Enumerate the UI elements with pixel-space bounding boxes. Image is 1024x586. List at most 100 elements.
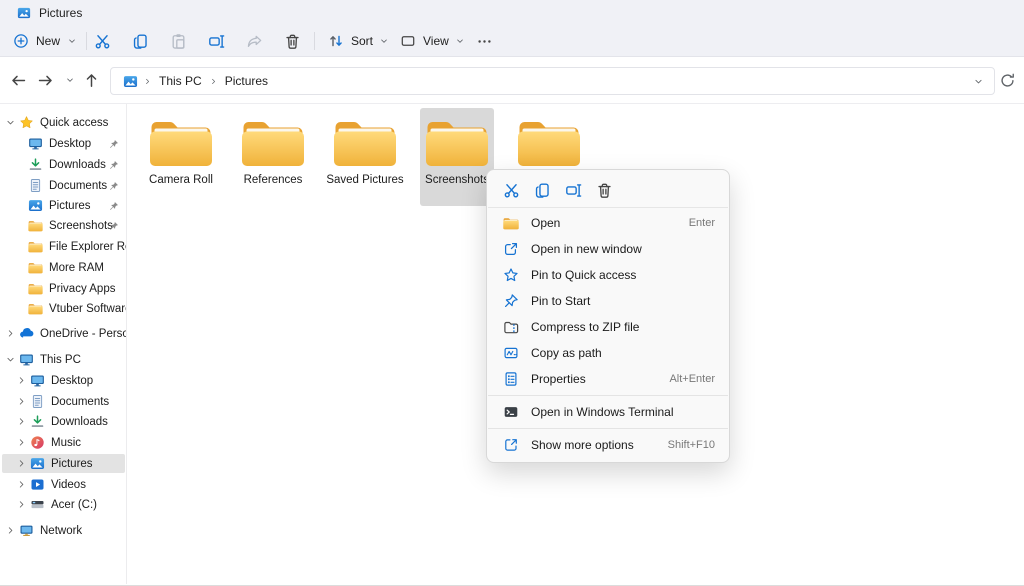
breadcrumb-pictures[interactable]: Pictures xyxy=(225,74,268,88)
chevron-right-icon[interactable] xyxy=(16,458,27,469)
sidebar-item-pictures[interactable]: Pictures xyxy=(0,196,127,215)
refresh-icon xyxy=(999,72,1016,89)
sidebar-item-this-pc-documents[interactable]: Documents xyxy=(0,392,127,411)
this-pc-icon xyxy=(19,352,34,367)
context-menu-quick-actions xyxy=(487,174,729,207)
zip-folder-icon xyxy=(503,319,519,335)
forward-button[interactable] xyxy=(36,71,54,89)
breadcrumb[interactable]: This PC Pictures xyxy=(110,67,995,95)
sidebar-item-network[interactable]: Network xyxy=(0,521,127,540)
menu-item-open[interactable]: Open Enter xyxy=(487,210,729,236)
menu-item-label: Show more options xyxy=(531,438,668,452)
folder-tile-references[interactable]: References xyxy=(236,108,310,206)
sidebar-item-acer-c-drive[interactable]: Acer (C:) xyxy=(0,495,127,514)
menu-item-label: Pin to Quick access xyxy=(531,268,715,282)
copy-icon xyxy=(534,182,551,199)
folder-tile-camera-roll[interactable]: Camera Roll xyxy=(144,108,218,206)
sidebar-item-onedrive[interactable]: OneDrive - Personal xyxy=(0,324,127,343)
menu-item-open-in-new-window[interactable]: Open in new window xyxy=(487,236,729,262)
recent-locations-button[interactable] xyxy=(61,71,79,89)
breadcrumb-this-pc[interactable]: This PC xyxy=(159,74,202,88)
menu-item-open-in-windows-terminal[interactable]: Open in Windows Terminal xyxy=(487,399,729,425)
sidebar-item-file-explorer-review[interactable]: File Explorer Review xyxy=(0,237,127,256)
sidebar-item-music[interactable]: Music xyxy=(0,433,127,452)
sidebar-item-quick-access[interactable]: Quick access xyxy=(0,113,127,132)
sort-button[interactable]: Sort xyxy=(328,29,389,53)
rename-icon xyxy=(565,182,582,199)
pin-icon xyxy=(109,160,119,170)
rename-button[interactable] xyxy=(204,29,228,53)
chevron-down-icon[interactable] xyxy=(5,354,16,365)
view-button[interactable]: View xyxy=(400,29,465,53)
chevron-right-icon[interactable] xyxy=(16,416,27,427)
chevron-right-icon[interactable] xyxy=(16,479,27,490)
menu-item-pin-to-start[interactable]: Pin to Start xyxy=(487,288,729,314)
chevron-right-icon[interactable] xyxy=(16,375,27,386)
folder-icon xyxy=(28,220,43,232)
chevron-down-icon[interactable] xyxy=(5,117,16,128)
scissors-icon xyxy=(503,182,520,199)
menu-item-properties[interactable]: Properties Alt+Enter xyxy=(487,366,729,392)
menu-divider xyxy=(488,395,728,396)
rename-button[interactable] xyxy=(558,178,589,202)
sidebar-item-privacy-apps[interactable]: Privacy Apps xyxy=(0,279,127,298)
pin-icon xyxy=(109,139,119,149)
chevron-down-icon xyxy=(67,36,77,46)
sidebar-item-label: This PC xyxy=(40,354,81,366)
pin-outline-icon xyxy=(503,293,519,309)
toolbar-separator xyxy=(314,32,315,50)
delete-button[interactable] xyxy=(280,29,304,53)
menu-item-shortcut: Alt+Enter xyxy=(669,373,715,385)
sidebar-item-this-pc-downloads[interactable]: Downloads xyxy=(0,412,127,431)
sidebar-item-downloads[interactable]: Downloads xyxy=(0,155,127,174)
copy-button[interactable] xyxy=(128,29,152,53)
new-button-label: New xyxy=(36,34,60,48)
sidebar-item-this-pc-desktop[interactable]: Desktop xyxy=(0,371,127,390)
sidebar-item-desktop[interactable]: Desktop xyxy=(0,134,127,153)
chevron-right-icon[interactable] xyxy=(5,525,16,536)
chevron-right-icon[interactable] xyxy=(16,437,27,448)
copy-icon xyxy=(132,33,149,50)
up-button[interactable] xyxy=(82,71,100,89)
chevron-right-icon[interactable] xyxy=(16,499,27,510)
open-new-window-icon xyxy=(503,241,519,257)
sidebar-item-label: Documents xyxy=(49,180,107,192)
new-button[interactable]: New xyxy=(13,29,77,53)
folder-icon xyxy=(333,117,397,169)
rename-icon xyxy=(208,33,225,50)
view-grid-icon xyxy=(400,33,416,49)
folder-tile-saved-pictures[interactable]: Saved Pictures xyxy=(328,108,402,206)
chevron-right-icon[interactable] xyxy=(5,328,16,339)
folder-tile-screenshots[interactable]: Screenshots xyxy=(420,108,494,206)
cut-button[interactable] xyxy=(496,178,527,202)
address-bar-row: This PC Pictures xyxy=(0,57,1024,104)
sidebar-item-this-pc[interactable]: This PC xyxy=(0,350,127,369)
folder-icon xyxy=(241,117,305,169)
sidebar-item-this-pc-pictures[interactable]: Pictures xyxy=(2,454,125,473)
refresh-button[interactable] xyxy=(999,72,1016,89)
sidebar-item-vtuber-software[interactable]: Vtuber Software xyxy=(0,299,127,318)
sidebar-item-label: Desktop xyxy=(51,375,93,387)
sidebar-item-more-ram[interactable]: More RAM xyxy=(0,258,127,277)
copy-button[interactable] xyxy=(527,178,558,202)
copy-path-icon xyxy=(503,345,519,361)
folder-name: Camera Roll xyxy=(149,174,213,186)
window-title: Pictures xyxy=(39,6,82,20)
sidebar-item-screenshots[interactable]: Screenshots xyxy=(0,216,127,235)
chevron-right-icon[interactable] xyxy=(16,396,27,407)
sidebar-item-videos[interactable]: Videos xyxy=(0,475,127,494)
menu-item-show-more-options[interactable]: Show more options Shift+F10 xyxy=(487,432,729,458)
menu-item-pin-to-quick-access[interactable]: Pin to Quick access xyxy=(487,262,729,288)
menu-item-label: Open in new window xyxy=(531,242,715,256)
share-button[interactable] xyxy=(242,29,266,53)
back-button[interactable] xyxy=(9,71,27,89)
menu-item-copy-as-path[interactable]: Copy as path xyxy=(487,340,729,366)
delete-button[interactable] xyxy=(589,178,620,202)
cut-button[interactable] xyxy=(90,29,114,53)
sidebar-item-documents[interactable]: Documents xyxy=(0,176,127,195)
command-bar: New Sort View xyxy=(0,26,1024,57)
address-dropdown-icon[interactable] xyxy=(973,76,984,87)
see-more-button[interactable] xyxy=(472,29,496,53)
paste-button[interactable] xyxy=(166,29,190,53)
menu-item-compress-to-zip[interactable]: Compress to ZIP file xyxy=(487,314,729,340)
